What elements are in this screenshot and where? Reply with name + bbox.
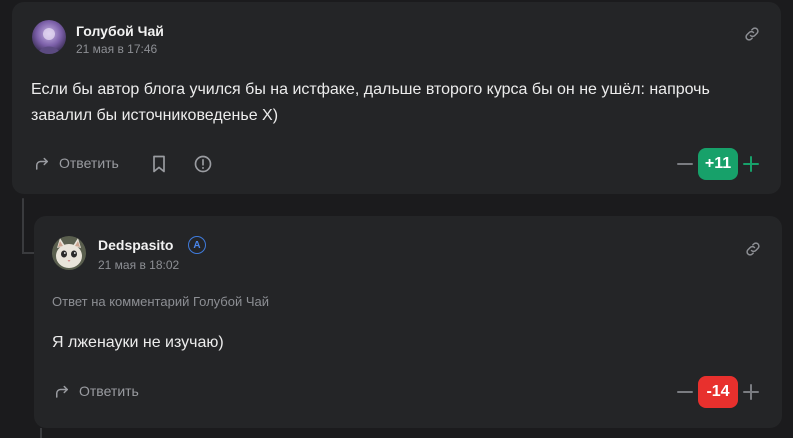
bookmark-icon[interactable] (149, 154, 169, 174)
plus-icon[interactable] (742, 155, 760, 173)
thread-line (22, 198, 24, 254)
avatar[interactable] (32, 20, 66, 54)
minus-icon[interactable] (676, 383, 694, 401)
minus-icon[interactable] (676, 155, 694, 173)
reply-label: Ответить (79, 383, 139, 399)
author-name[interactable]: Голубой Чай (76, 23, 164, 39)
reply-label: Ответить (59, 155, 119, 171)
score-badge: +11 (698, 148, 738, 180)
thread-connector (22, 252, 34, 254)
comment-text: Если бы автор блога учился бы на истфаке… (31, 81, 710, 124)
reply-arrow-icon (36, 157, 48, 170)
author-badge: A (188, 236, 206, 254)
reply-button[interactable]: Ответить (33, 154, 119, 172)
comment-card: Dedspasito A 21 мая в 18:02 Ответ на ком… (34, 216, 782, 428)
avatar[interactable] (52, 236, 86, 270)
comment-date[interactable]: 21 мая в 17:46 (76, 42, 157, 56)
reply-arrow-icon (56, 385, 68, 398)
comment-card: Голубой Чай 21 мая в 17:46 Если бы автор… (12, 2, 781, 194)
reply-to-note[interactable]: Ответ на комментарий Голубой Чай (52, 294, 269, 309)
link-icon[interactable] (743, 25, 761, 43)
comment-text: Я лженауки не изучаю) (52, 334, 224, 351)
comment-date[interactable]: 21 мая в 18:02 (98, 258, 179, 272)
author-name[interactable]: Dedspasito (98, 237, 173, 253)
link-icon[interactable] (744, 240, 762, 258)
reply-button[interactable]: Ответить (53, 382, 139, 400)
thread-line-continuation (40, 428, 42, 438)
report-icon[interactable] (193, 154, 213, 174)
score-badge: -14 (698, 376, 738, 408)
plus-icon[interactable] (742, 383, 760, 401)
